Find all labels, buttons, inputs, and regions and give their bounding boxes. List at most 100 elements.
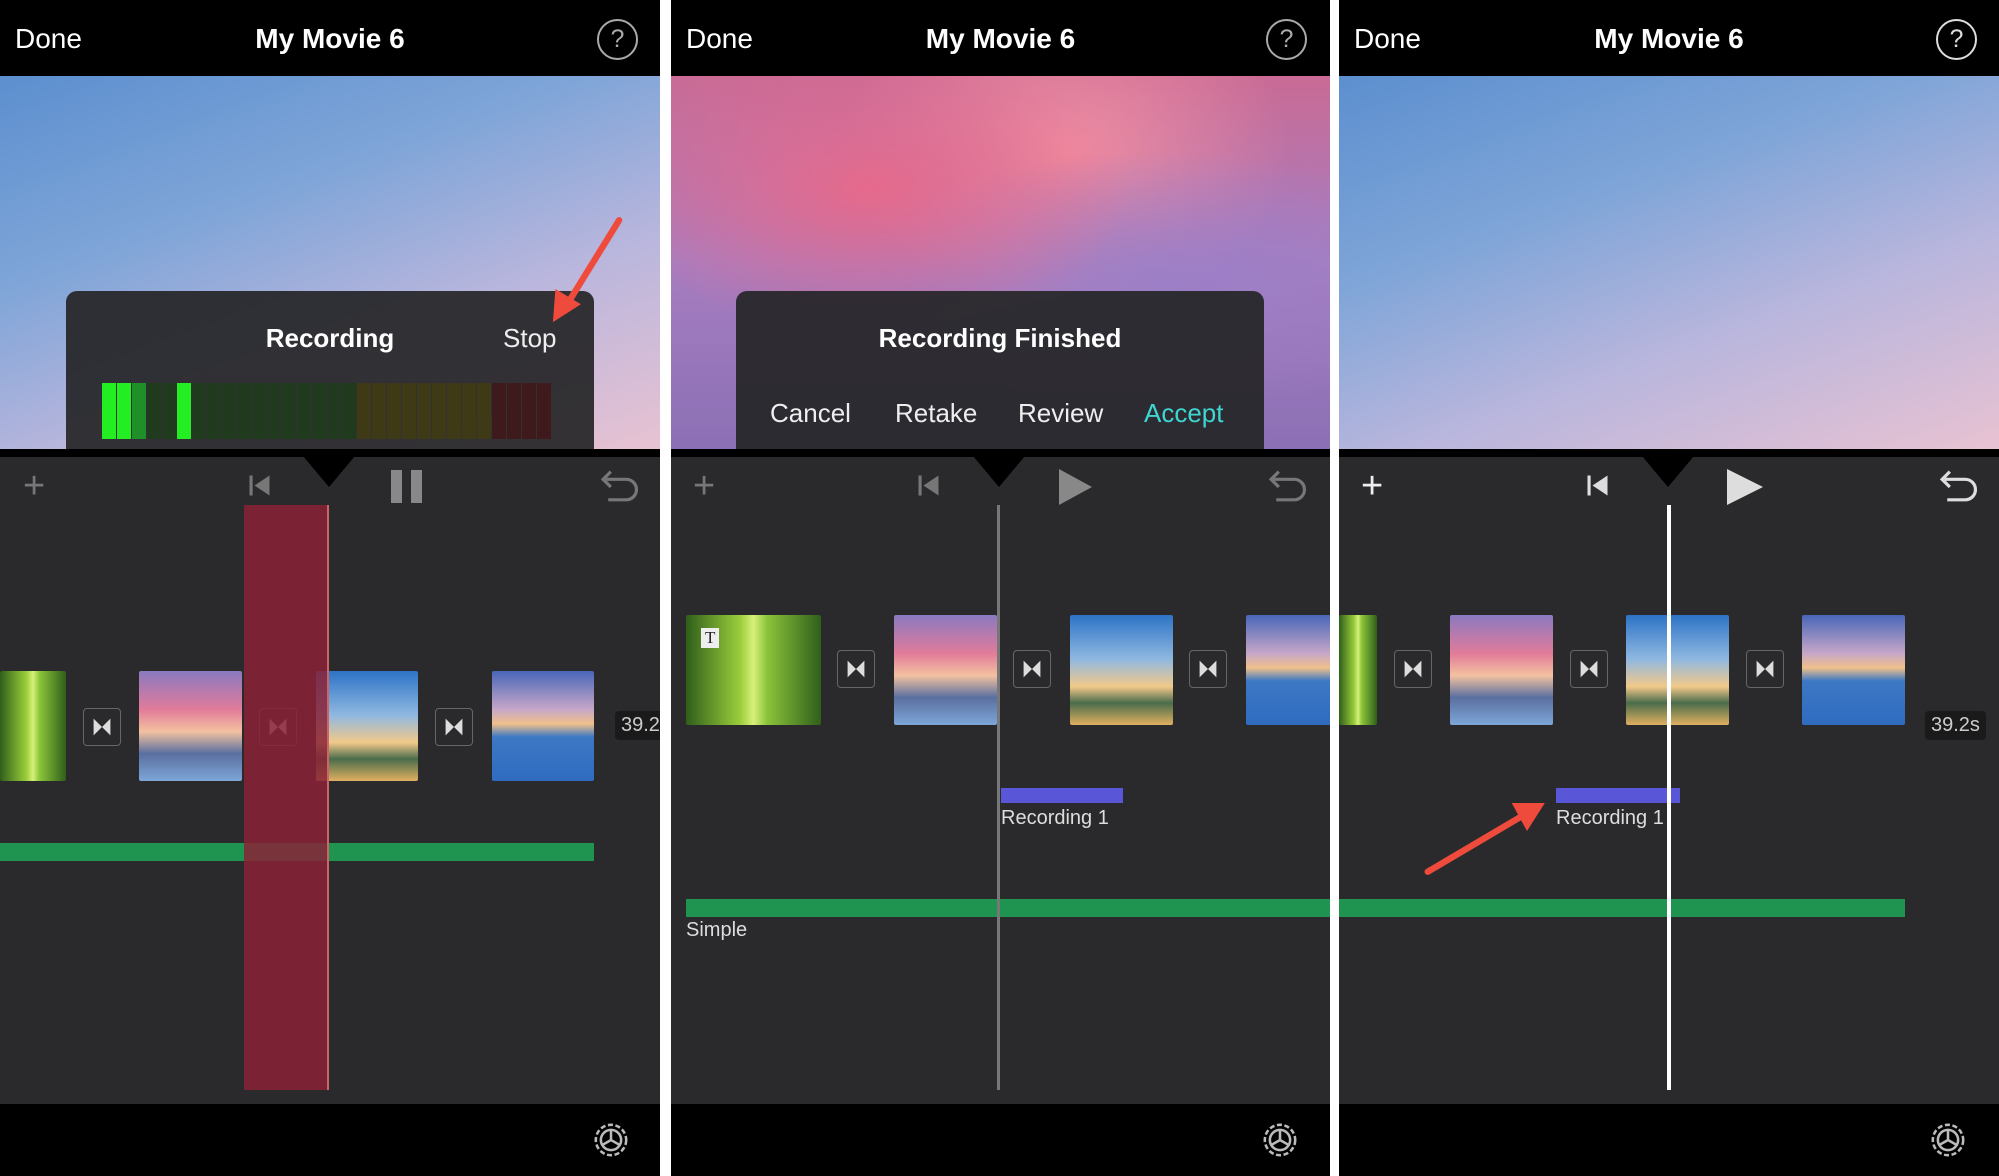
help-icon[interactable]: ? [1936,19,1977,60]
pause-icon[interactable] [391,470,422,503]
meter-segment [507,383,521,439]
meter-segment [357,383,371,439]
cancel-button[interactable]: Cancel [770,398,851,429]
panel-recording: Done My Movie 6 ? Recording Stop + 39.2s [0,0,660,1176]
recording-clip[interactable] [1001,788,1123,803]
clip-sea[interactable] [139,671,242,781]
transition-icon[interactable] [1570,650,1608,688]
transition-icon[interactable] [1746,650,1784,688]
annotation-arrow [552,217,623,323]
clip-mountain[interactable] [1626,615,1729,725]
recording-finished-title: Recording Finished [878,323,1122,353]
clip-sea[interactable] [894,615,997,725]
meter-segment [147,383,161,439]
project-title: My Movie 6 [1594,23,1744,54]
undo-icon[interactable] [1937,469,1978,505]
clip-sea[interactable] [1450,615,1553,725]
playhead-line [997,505,1000,1090]
clip-bay[interactable] [1246,615,1330,725]
panel-recording-finished: Done My Movie 6 ? Recording Finished Can… [671,0,1330,1176]
meter-segment [312,383,326,439]
playhead-marker [973,456,1025,487]
transition-icon[interactable] [83,708,121,746]
skip-back-icon[interactable] [1585,473,1610,498]
help-icon[interactable]: ? [597,19,638,60]
title-badge: T [701,628,720,648]
undo-icon[interactable] [598,469,639,505]
clip-bay[interactable] [492,671,594,781]
meter-segment [237,383,251,439]
meter-segment [402,383,416,439]
meter-segment [117,383,131,439]
playhead-marker [303,456,355,487]
meter-segment [372,383,386,439]
meter-segment [327,383,341,439]
plus-icon[interactable]: + [693,467,715,505]
meter-segment [387,383,401,439]
meter-segment [282,383,296,439]
project-title: My Movie 6 [925,23,1076,54]
meter-segment [447,383,461,439]
meter-segment [342,383,356,439]
clip-mountain[interactable] [316,671,418,781]
skip-back-icon[interactable] [916,473,941,498]
recording-label: Recording 1 [1556,807,1664,829]
clip-bamboo[interactable]: T [686,615,821,725]
help-icon[interactable]: ? [1266,19,1307,60]
meter-segment [102,383,116,439]
annotation-arrow [1424,803,1545,875]
meter-segment [462,383,476,439]
meter-segment [252,383,266,439]
music-track[interactable] [686,899,1330,917]
retake-button[interactable]: Retake [895,398,977,429]
play-icon[interactable] [1059,469,1092,505]
transition-icon[interactable] [837,650,875,688]
plus-icon[interactable]: + [23,467,45,505]
meter-segment [297,383,311,439]
settings-gear-icon[interactable] [592,1121,630,1159]
meter-segment [162,383,176,439]
review-button[interactable]: Review [1018,398,1103,429]
top-bar: Done My Movie 6 ? [0,0,660,76]
undo-icon[interactable] [1266,469,1307,505]
settings-gear-icon[interactable] [1261,1121,1299,1159]
clip-bay[interactable] [1802,615,1905,725]
duration-badge: 39.2s [1925,711,1986,740]
transition-icon[interactable] [1394,650,1432,688]
meter-segment [492,383,506,439]
recording-panel: Recording Stop [66,291,594,449]
transition-icon[interactable] [435,708,473,746]
clip-mountain[interactable] [1070,615,1173,725]
meter-segment [267,383,281,439]
recording-label: Recording 1 [1001,807,1109,829]
settings-gear-icon[interactable] [1929,1121,1967,1159]
meter-segment [537,383,551,439]
plus-icon[interactable]: + [1361,467,1383,505]
music-label: Simple [686,919,748,941]
playhead-line [1667,505,1671,1090]
duration-badge: 39.2s [615,711,660,740]
clip-bamboo[interactable] [1339,615,1377,725]
transition-icon[interactable] [1013,650,1051,688]
meter-segment [522,383,536,439]
skip-back-icon[interactable] [247,473,272,498]
meter-segment [207,383,221,439]
play-icon[interactable] [1727,469,1763,505]
clip-bamboo[interactable] [0,671,66,781]
meter-segment [477,383,491,439]
music-track[interactable] [1339,899,1905,917]
accept-button[interactable]: Accept [1144,398,1224,429]
transition-icon[interactable] [1189,650,1227,688]
recording-clip[interactable] [1556,788,1680,803]
meter-segment [417,383,431,439]
meter-segment [177,383,191,439]
recording-finished-panel: Recording Finished Cancel Retake Review … [736,291,1264,449]
meter-segment [432,383,446,439]
meter-segment [192,383,206,439]
panel-recording-added: Done My Movie 6 ? + 39.2s Recording 1 [1339,0,1999,1176]
project-title: My Movie 6 [255,23,405,54]
playhead-marker [1642,456,1694,487]
meter-segment [222,383,236,439]
video-preview [1339,76,1999,449]
meter-segment [132,383,146,439]
